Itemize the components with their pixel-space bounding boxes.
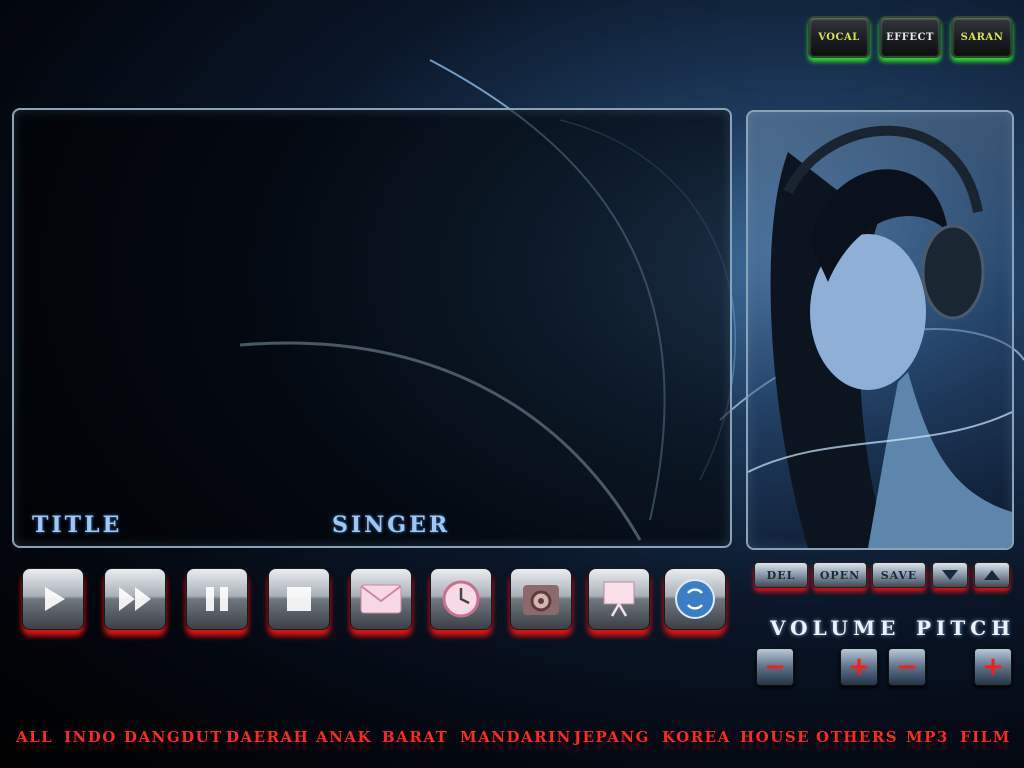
play-button[interactable] bbox=[22, 568, 84, 630]
presentation-button[interactable] bbox=[588, 568, 650, 630]
gear-icon bbox=[523, 585, 559, 615]
vocal-button[interactable]: VOCAL bbox=[808, 16, 870, 58]
repeat-icon bbox=[675, 579, 715, 619]
stop-icon bbox=[287, 587, 311, 611]
category-mp3[interactable]: MP3 bbox=[906, 728, 949, 746]
singer-illustration bbox=[748, 125, 1012, 548]
category-daerah[interactable]: DAERAH bbox=[226, 728, 309, 746]
triangle-up-icon bbox=[984, 570, 1000, 580]
fast-forward-icon bbox=[119, 587, 151, 611]
category-jepang[interactable]: JEPANG bbox=[574, 728, 650, 746]
message-button[interactable] bbox=[350, 568, 412, 630]
pause-icon bbox=[206, 587, 228, 611]
save-button[interactable]: SAVE bbox=[872, 562, 926, 588]
category-indo[interactable]: INDO bbox=[64, 728, 117, 746]
clock-icon bbox=[442, 580, 480, 618]
saran-button[interactable]: SARAN bbox=[951, 16, 1013, 58]
category-house[interactable]: HOUSE bbox=[740, 728, 810, 746]
category-film[interactable]: FILM bbox=[960, 728, 1011, 746]
video-panel[interactable] bbox=[12, 108, 732, 548]
stop-button[interactable] bbox=[268, 568, 330, 630]
volume-up-button[interactable]: + bbox=[840, 648, 878, 686]
settings-button[interactable] bbox=[510, 568, 572, 630]
pause-button[interactable] bbox=[186, 568, 248, 630]
effect-button[interactable]: EFFECT bbox=[879, 16, 941, 58]
move-down-button[interactable] bbox=[932, 562, 968, 588]
delete-button[interactable]: DEL bbox=[754, 562, 808, 588]
volume-label: VOLUME bbox=[770, 616, 901, 640]
playlist-panel[interactable] bbox=[746, 110, 1014, 550]
presentation-board-icon bbox=[603, 581, 635, 617]
category-all[interactable]: ALL bbox=[16, 728, 53, 746]
category-dangdut[interactable]: DANGDUT bbox=[124, 728, 223, 746]
play-icon bbox=[45, 587, 65, 611]
envelope-icon bbox=[360, 584, 402, 614]
move-up-button[interactable] bbox=[974, 562, 1010, 588]
category-others[interactable]: OTHERS bbox=[816, 728, 898, 746]
singer-label: SINGER bbox=[332, 512, 451, 538]
category-korea[interactable]: KOREA bbox=[662, 728, 731, 746]
category-bar: ALL INDO DANGDUT DAERAH ANAK BARAT MANDA… bbox=[0, 728, 1024, 748]
category-barat[interactable]: BARAT bbox=[382, 728, 448, 746]
triangle-down-icon bbox=[942, 570, 958, 580]
title-label: TITLE bbox=[32, 512, 123, 538]
open-button[interactable]: OPEN bbox=[813, 562, 867, 588]
pitch-down-button[interactable]: − bbox=[888, 648, 926, 686]
pitch-label: PITCH bbox=[916, 616, 1016, 640]
repeat-button[interactable] bbox=[664, 568, 726, 630]
timer-button[interactable] bbox=[430, 568, 492, 630]
fast-forward-button[interactable] bbox=[104, 568, 166, 630]
pitch-up-button[interactable]: + bbox=[974, 648, 1012, 686]
category-mandarin[interactable]: MANDARIN bbox=[460, 728, 572, 746]
volume-down-button[interactable]: − bbox=[756, 648, 794, 686]
category-anak[interactable]: ANAK bbox=[316, 728, 372, 746]
